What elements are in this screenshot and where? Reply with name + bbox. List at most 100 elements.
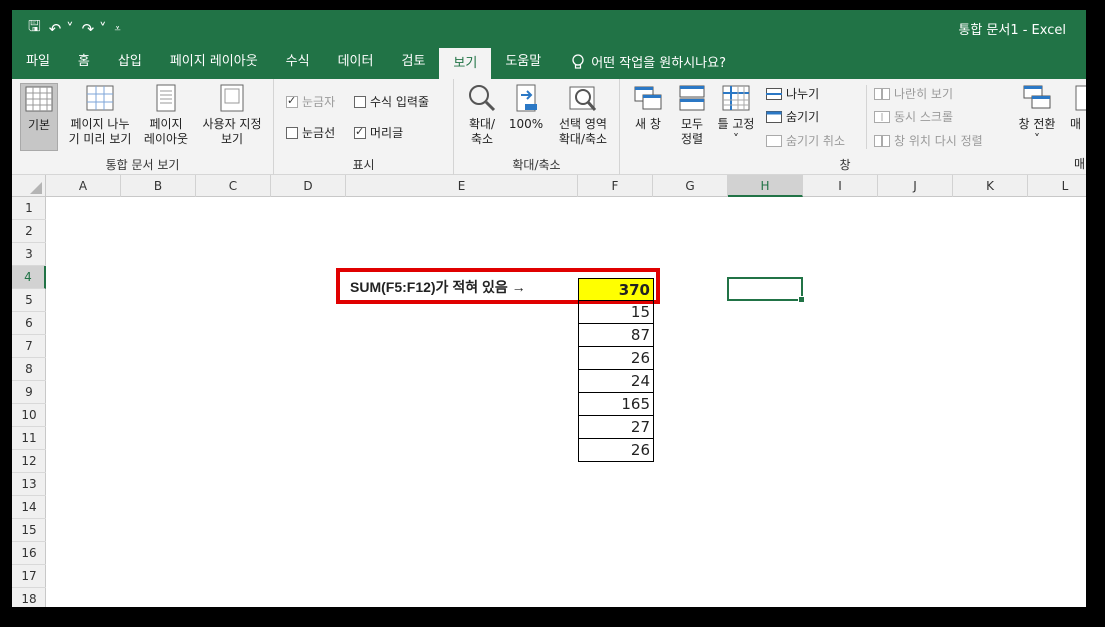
group-window: 새 창 모두 정렬 틀 고정 ˅ 나누기 숨기기 숨기기 취소 나란히 보기 동… bbox=[620, 79, 1070, 175]
custom-views-button[interactable]: 사용자 지정 보기 bbox=[196, 83, 268, 147]
redo-icon[interactable]: ↷ ˅ bbox=[82, 20, 107, 38]
select-all-corner[interactable] bbox=[12, 175, 46, 197]
column-header-d[interactable]: D bbox=[271, 175, 346, 197]
macros-button[interactable]: 매 bbox=[1070, 83, 1086, 132]
active-cell-h4[interactable] bbox=[727, 277, 805, 303]
zoom-100-button[interactable]: 100% bbox=[506, 83, 546, 132]
tab-view[interactable]: 보기 bbox=[439, 48, 492, 79]
switch-windows-label: 창 전환 ˅ bbox=[1018, 117, 1056, 146]
freeze-panes-button[interactable]: 틀 고정 ˅ bbox=[714, 83, 758, 147]
undo-icon[interactable]: ↶ ˅ bbox=[49, 20, 74, 38]
group-workbook-views: 기본 페이지 나누 기 미리 보기 페이지 레이아웃 사용자 지정 보기 통합 … bbox=[12, 79, 274, 175]
formula-bar-checkbox[interactable]: 수식 입력줄 bbox=[354, 93, 429, 110]
tab-data[interactable]: 데이터 bbox=[324, 44, 388, 79]
cell-f4-sum[interactable]: 370 bbox=[578, 278, 654, 301]
row-header[interactable]: 4 bbox=[12, 266, 46, 289]
column-header-l[interactable]: L bbox=[1028, 175, 1086, 197]
new-window-button[interactable]: 새 창 bbox=[628, 83, 668, 132]
magnifier-icon bbox=[469, 85, 496, 112]
row-header[interactable]: 9 bbox=[12, 381, 46, 404]
tab-file[interactable]: 파일 bbox=[12, 44, 64, 79]
zoom-button[interactable]: 확대/ 축소 bbox=[460, 83, 504, 147]
column-header-g[interactable]: G bbox=[653, 175, 728, 197]
row-header[interactable]: 1 bbox=[12, 197, 46, 220]
cell-f5[interactable]: 15 bbox=[578, 301, 654, 324]
unhide-button[interactable]: 숨기기 취소 bbox=[766, 132, 845, 149]
cell-f9[interactable]: 165 bbox=[578, 393, 654, 416]
cell-f11[interactable]: 26 bbox=[578, 439, 654, 462]
headings-checkbox[interactable]: 머리글 bbox=[354, 124, 403, 141]
tell-me-box[interactable]: 어떤 작업을 원하시나요? bbox=[555, 52, 726, 71]
column-header-k[interactable]: K bbox=[953, 175, 1028, 197]
split-button[interactable]: 나누기 bbox=[766, 85, 819, 102]
column-header-e[interactable]: E bbox=[346, 175, 578, 197]
arrange-all-button[interactable]: 모두 정렬 bbox=[674, 83, 710, 147]
row-header[interactable]: 15 bbox=[12, 519, 46, 542]
headings-label: 머리글 bbox=[370, 126, 404, 140]
tab-page-layout[interactable]: 페이지 레이아웃 bbox=[156, 44, 272, 79]
lightbulb-icon bbox=[572, 53, 584, 69]
save-icon[interactable]: 🖫 bbox=[28, 16, 41, 41]
row-header[interactable]: 11 bbox=[12, 427, 46, 450]
row-header[interactable]: 3 bbox=[12, 243, 46, 266]
row-header[interactable]: 12 bbox=[12, 450, 46, 473]
row-header[interactable]: 2 bbox=[12, 220, 46, 243]
customize-qat-icon[interactable]: ⩡ bbox=[114, 22, 120, 36]
page-break-preview-icon bbox=[86, 85, 114, 111]
column-header-h[interactable]: H bbox=[728, 175, 803, 197]
column-header-b[interactable]: B bbox=[121, 175, 196, 197]
zoom-to-selection-button[interactable]: 선택 영역 확대/축소 bbox=[550, 83, 616, 147]
column-header-j[interactable]: J bbox=[878, 175, 953, 197]
row-header[interactable]: 6 bbox=[12, 312, 46, 335]
tab-help[interactable]: 도움말 bbox=[491, 44, 555, 79]
custom-views-label: 사용자 지정 보기 bbox=[202, 117, 262, 146]
row-header[interactable]: 10 bbox=[12, 404, 46, 427]
reset-window-position-button[interactable]: 창 위치 다시 정렬 bbox=[874, 132, 983, 149]
cell-f7[interactable]: 26 bbox=[578, 347, 654, 370]
hide-button[interactable]: 숨기기 bbox=[766, 108, 819, 125]
row-header[interactable]: 5 bbox=[12, 289, 46, 312]
new-window-label: 새 창 bbox=[635, 117, 661, 131]
switch-windows-button[interactable]: 창 전환 ˅ bbox=[1014, 83, 1060, 147]
cell-f6[interactable]: 87 bbox=[578, 324, 654, 347]
worksheet-grid[interactable]: SUM(F5:F12)가 적혀 있음 → 370 15 87 26 24 165… bbox=[46, 197, 1086, 607]
cell-f10[interactable]: 27 bbox=[578, 416, 654, 439]
normal-view-button[interactable]: 기본 bbox=[20, 83, 58, 151]
column-header-a[interactable]: A bbox=[46, 175, 121, 197]
new-window-icon bbox=[634, 86, 662, 110]
tab-home[interactable]: 홈 bbox=[64, 44, 104, 79]
title-bar: 🖫 ↶ ˅ ↷ ˅ ⩡ 통합 문서1 - Excel bbox=[12, 10, 1086, 44]
tab-formulas[interactable]: 수식 bbox=[272, 44, 324, 79]
side-by-side-label: 나란히 보기 bbox=[894, 87, 954, 101]
row-header[interactable]: 13 bbox=[12, 473, 46, 496]
column-header-c[interactable]: C bbox=[196, 175, 271, 197]
row-header[interactable]: 17 bbox=[12, 565, 46, 588]
freeze-panes-label: 틀 고정 ˅ bbox=[717, 117, 755, 146]
row-header[interactable]: 8 bbox=[12, 358, 46, 381]
page-layout-view-button[interactable]: 페이지 레이아웃 bbox=[142, 83, 190, 147]
row-header[interactable]: 14 bbox=[12, 496, 46, 519]
gridlines-checkbox[interactable]: 눈금선 bbox=[286, 124, 335, 141]
column-header-f[interactable]: F bbox=[578, 175, 653, 197]
unhide-label: 숨기기 취소 bbox=[786, 134, 846, 148]
tell-me-text: 어떤 작업을 원하시나요? bbox=[591, 56, 726, 71]
page-break-preview-button[interactable]: 페이지 나누 기 미리 보기 bbox=[64, 83, 136, 147]
synchronous-scrolling-button[interactable]: 동시 스크롤 bbox=[874, 108, 953, 125]
row-header[interactable]: 7 bbox=[12, 335, 46, 358]
tab-review[interactable]: 검토 bbox=[387, 44, 439, 79]
page-layout-view-icon bbox=[156, 84, 176, 112]
quick-access-toolbar: 🖫 ↶ ˅ ↷ ˅ ⩡ bbox=[28, 16, 121, 41]
gridlines-check-icon bbox=[286, 126, 298, 139]
side-by-side-icon bbox=[874, 87, 890, 100]
column-header-i[interactable]: I bbox=[803, 175, 878, 197]
tab-insert[interactable]: 삽입 bbox=[104, 44, 156, 79]
row-header[interactable]: 18 bbox=[12, 588, 46, 607]
row-header[interactable]: 16 bbox=[12, 542, 46, 565]
ruler-label: 눈금자 bbox=[302, 95, 336, 109]
switch-windows-icon bbox=[1023, 85, 1051, 109]
group-label-workbook-views: 통합 문서 보기 bbox=[105, 158, 180, 172]
view-side-by-side-button[interactable]: 나란히 보기 bbox=[874, 85, 953, 102]
cell-f8[interactable]: 24 bbox=[578, 370, 654, 393]
ruler-checkbox[interactable]: 눈금자 bbox=[286, 93, 335, 110]
arrange-all-label: 모두 정렬 bbox=[680, 117, 704, 146]
